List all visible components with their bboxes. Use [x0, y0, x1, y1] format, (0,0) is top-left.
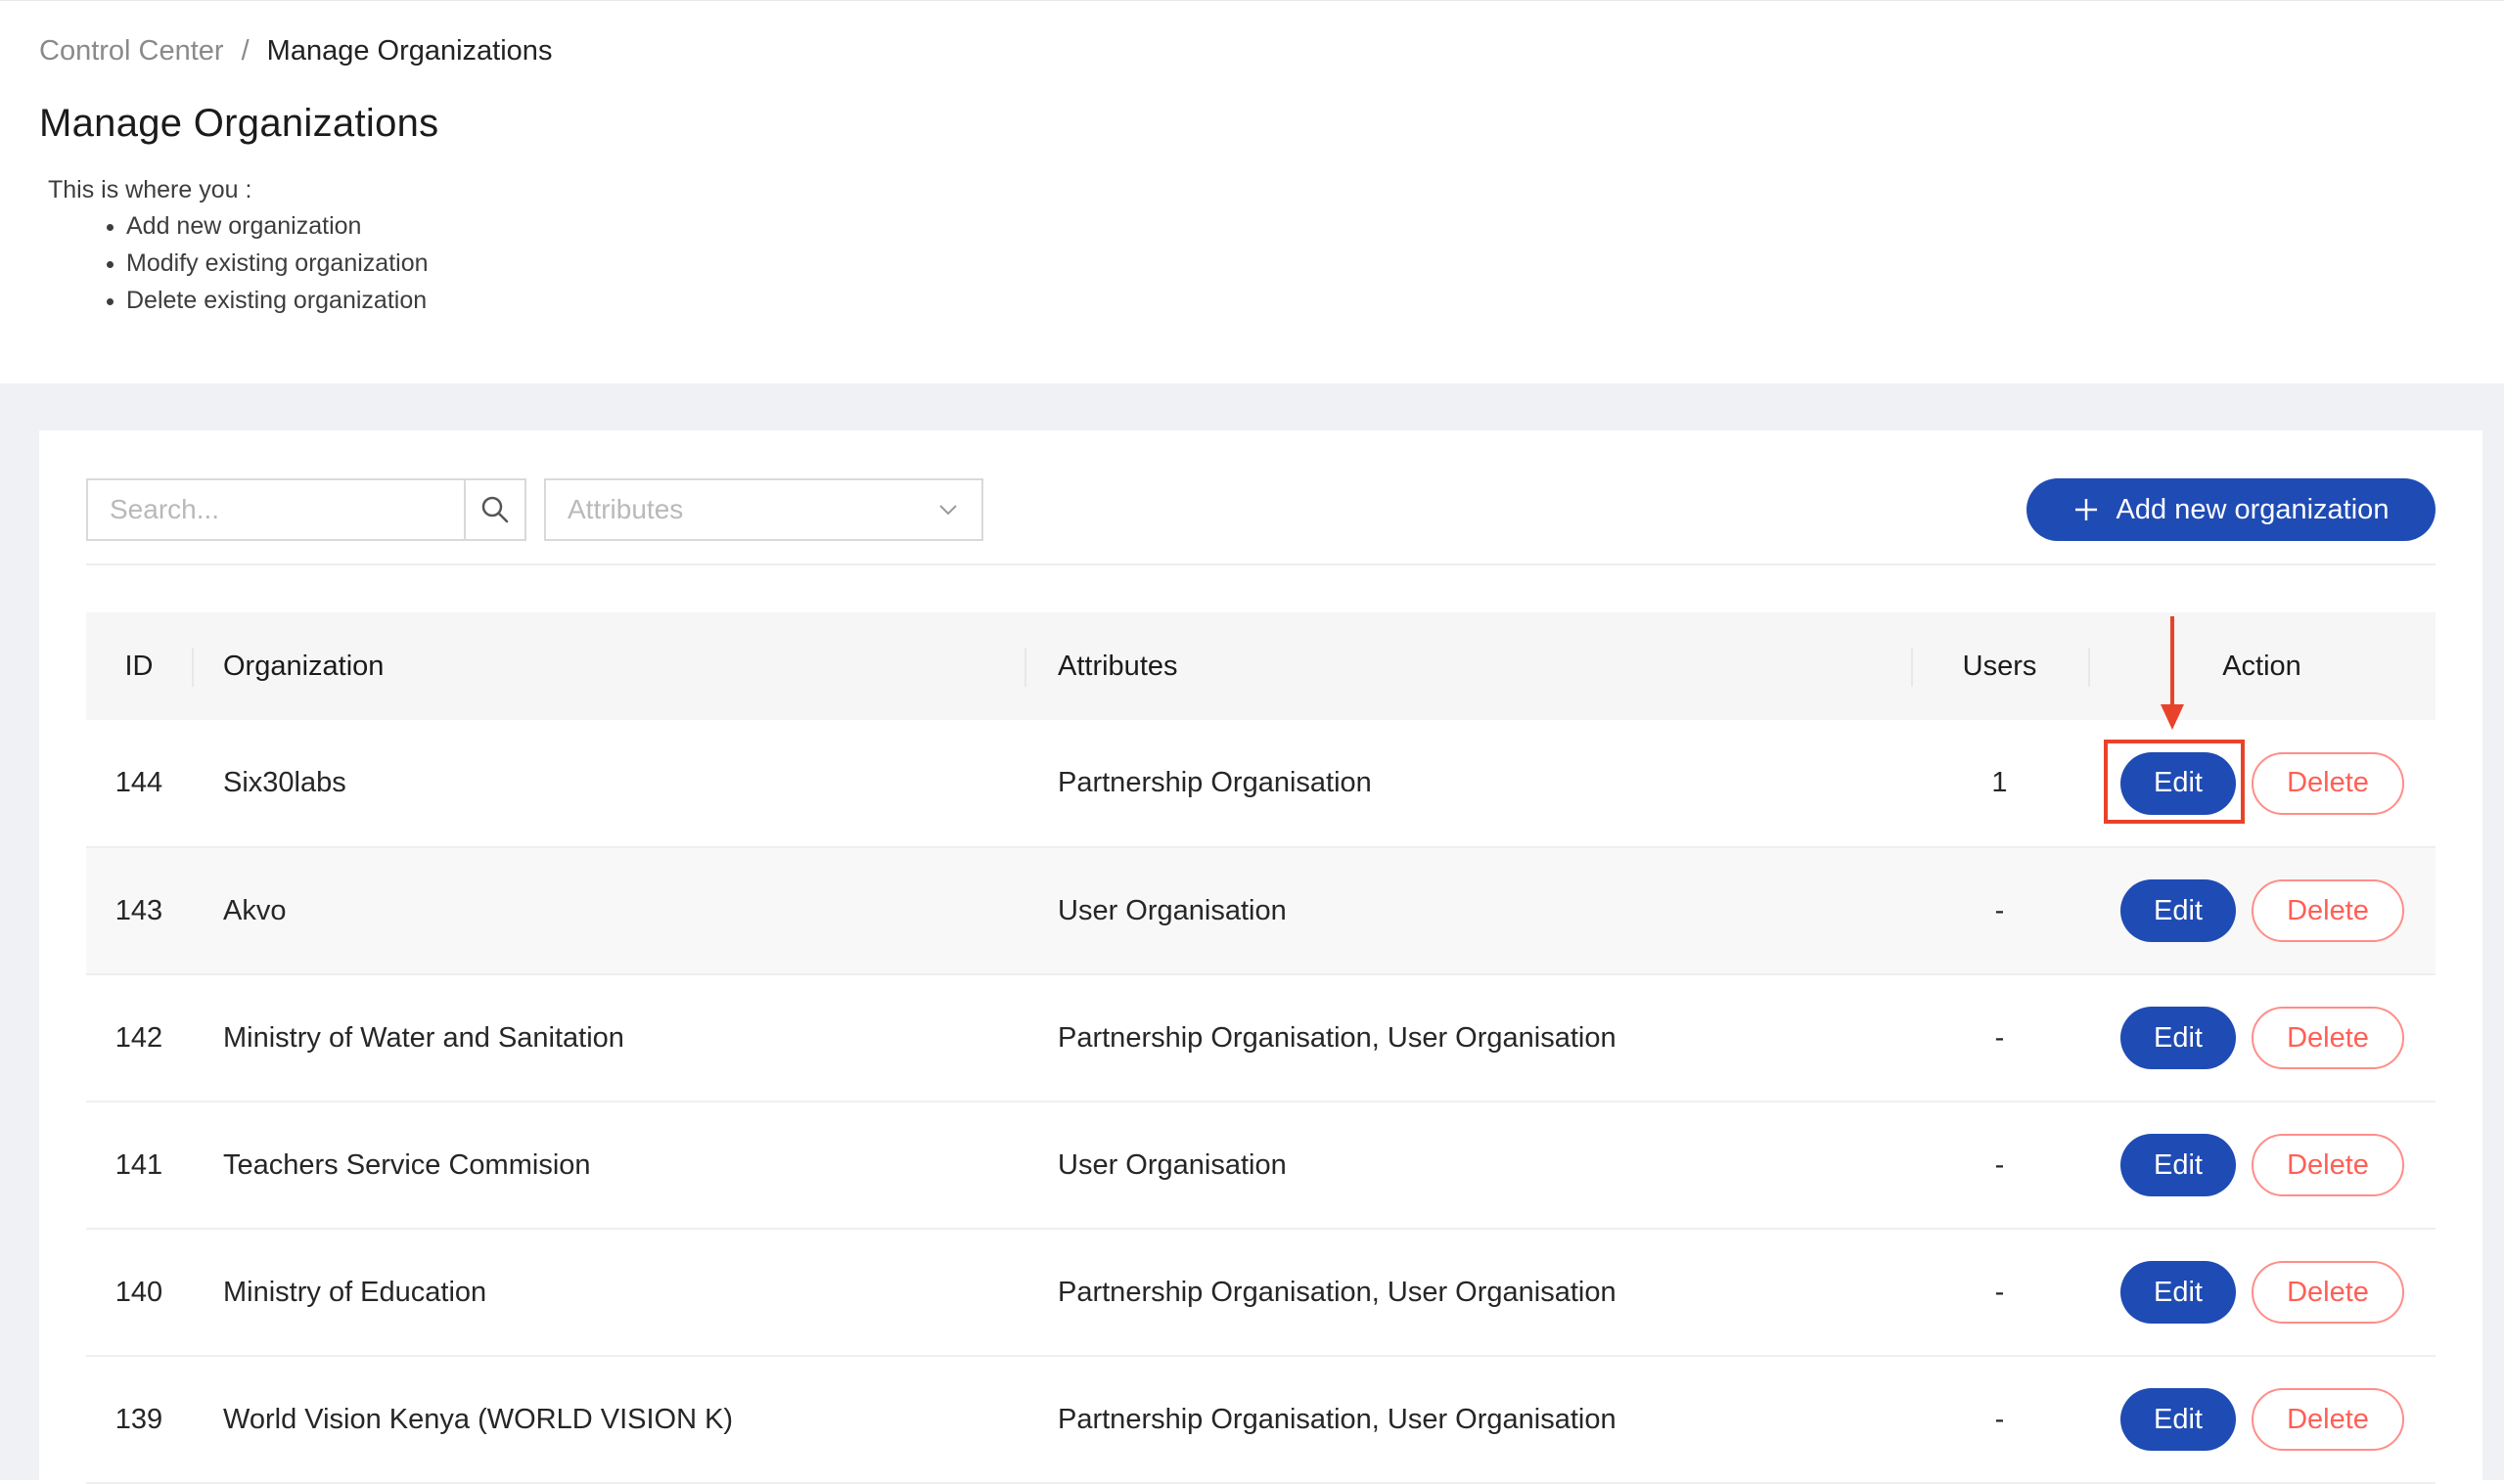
cell-users: 1: [1911, 720, 2088, 848]
cell-attributes: Partnership Organisation, User Organisat…: [1024, 1229, 1911, 1357]
header-separator: [1911, 648, 1913, 687]
attributes-select[interactable]: Attributes: [544, 478, 983, 541]
cell-action: Edit Delete: [2088, 1102, 2436, 1230]
intro-item-delete: Delete existing organization: [107, 287, 428, 314]
header-organization[interactable]: Organization: [192, 612, 1024, 720]
breadcrumb-current: Manage Organizations: [266, 35, 553, 67]
cell-attributes: Partnership Organisation, User Organisat…: [1024, 974, 1911, 1102]
header-action: Action: [2088, 612, 2436, 720]
cell-action: Edit Delete: [2088, 1356, 2436, 1484]
table-header-row: ID Organization Attributes Users Action: [86, 612, 2436, 720]
cell-organization: Ministry of Education: [192, 1229, 1024, 1357]
cell-users: -: [1911, 1229, 2088, 1357]
plus-icon: [2074, 499, 2097, 520]
cell-organization: Teachers Service Commision: [192, 1102, 1024, 1230]
cell-id: 143: [86, 847, 192, 975]
page-title: Manage Organizations: [39, 102, 439, 145]
cell-id: 144: [86, 720, 192, 848]
edit-button[interactable]: Edit: [2120, 879, 2236, 942]
delete-button[interactable]: Delete: [2252, 751, 2404, 815]
toolbar-divider: [86, 563, 2436, 565]
cell-organization: World Vision Kenya (WORLD VISION K): [192, 1356, 1024, 1484]
table-row: 143 Akvo User Organisation - Edit Delete: [86, 847, 2436, 975]
delete-button[interactable]: Delete: [2252, 1134, 2404, 1196]
chevron-down-icon: [939, 505, 957, 516]
cell-users: -: [1911, 1356, 2088, 1484]
cell-organization: Six30labs: [192, 720, 1024, 848]
cell-organization: Akvo: [192, 847, 1024, 975]
cell-id: 140: [86, 1229, 192, 1357]
intro-text: This is where you :: [48, 176, 252, 203]
delete-button[interactable]: Delete: [2252, 1388, 2404, 1451]
header-attributes[interactable]: Attributes: [1024, 612, 1911, 720]
header-organization-label: Organization: [223, 650, 385, 682]
cell-attributes: Partnership Organisation: [1024, 720, 1911, 848]
cell-id: 139: [86, 1356, 192, 1484]
organizations-table: ID Organization Attributes Users Action …: [86, 612, 2436, 1484]
edit-button[interactable]: Edit: [2120, 1388, 2236, 1451]
table-row: 139 World Vision Kenya (WORLD VISION K) …: [86, 1356, 2436, 1484]
breadcrumb-separator: /: [241, 35, 250, 67]
add-new-organization-button[interactable]: Add new organization: [2026, 478, 2436, 541]
cell-action: Edit Delete: [2088, 974, 2436, 1102]
page-header: Control Center / Manage Organizations Ma…: [0, 0, 2504, 383]
cell-users: -: [1911, 847, 2088, 975]
cell-users: -: [1911, 974, 2088, 1102]
page-intro: This is where you : Add new organization…: [48, 176, 429, 324]
intro-item-add: Add new organization: [107, 212, 429, 241]
header-separator: [192, 648, 194, 687]
edit-button[interactable]: Edit: [2120, 751, 2236, 815]
cell-action: Edit Delete: [2088, 847, 2436, 975]
table-row: 142 Ministry of Water and Sanitation Par…: [86, 974, 2436, 1102]
attributes-select-placeholder: Attributes: [568, 494, 684, 524]
search-group: [86, 478, 526, 541]
add-new-organization-label: Add new organization: [2116, 493, 2390, 525]
cell-action: Edit Delete: [2088, 1229, 2436, 1357]
cell-attributes: User Organisation: [1024, 847, 1911, 975]
delete-button[interactable]: Delete: [2252, 1007, 2404, 1069]
intro-item-modify: Modify existing organization: [107, 249, 429, 277]
delete-button[interactable]: Delete: [2252, 1261, 2404, 1324]
table-row: 140 Ministry of Education Partnership Or…: [86, 1229, 2436, 1357]
header-users[interactable]: Users: [1911, 612, 2088, 720]
search-icon: [481, 496, 509, 523]
cell-organization: Ministry of Water and Sanitation: [192, 974, 1024, 1102]
cell-attributes: Partnership Organisation, User Organisat…: [1024, 1356, 1911, 1484]
header-action-label: Action: [2222, 650, 2301, 682]
edit-button[interactable]: Edit: [2120, 1007, 2236, 1069]
search-input[interactable]: [86, 478, 464, 541]
cell-users: -: [1911, 1102, 2088, 1230]
header-id[interactable]: ID: [86, 612, 192, 720]
breadcrumb-control-center[interactable]: Control Center: [39, 35, 224, 67]
header-separator: [1024, 648, 1026, 687]
header-users-label: Users: [1962, 650, 2037, 682]
table-row: 144 Six30labs Partnership Organisation 1…: [86, 720, 2436, 848]
search-button[interactable]: [464, 478, 526, 541]
header-attributes-label: Attributes: [1058, 650, 1178, 682]
header-separator: [2088, 648, 2090, 687]
breadcrumb: Control Center / Manage Organizations: [39, 35, 552, 67]
toolbar: Attributes Add new organization: [86, 478, 2436, 541]
intro-list: Add new organization Modify existing org…: [107, 212, 429, 315]
edit-button[interactable]: Edit: [2120, 1134, 2236, 1196]
delete-button[interactable]: Delete: [2252, 879, 2404, 942]
table-row: 141 Teachers Service Commision User Orga…: [86, 1102, 2436, 1230]
cell-id: 141: [86, 1102, 192, 1230]
edit-button[interactable]: Edit: [2120, 1261, 2236, 1324]
cell-action: Edit Delete: [2088, 720, 2436, 848]
cell-id: 142: [86, 974, 192, 1102]
cell-attributes: User Organisation: [1024, 1102, 1911, 1230]
